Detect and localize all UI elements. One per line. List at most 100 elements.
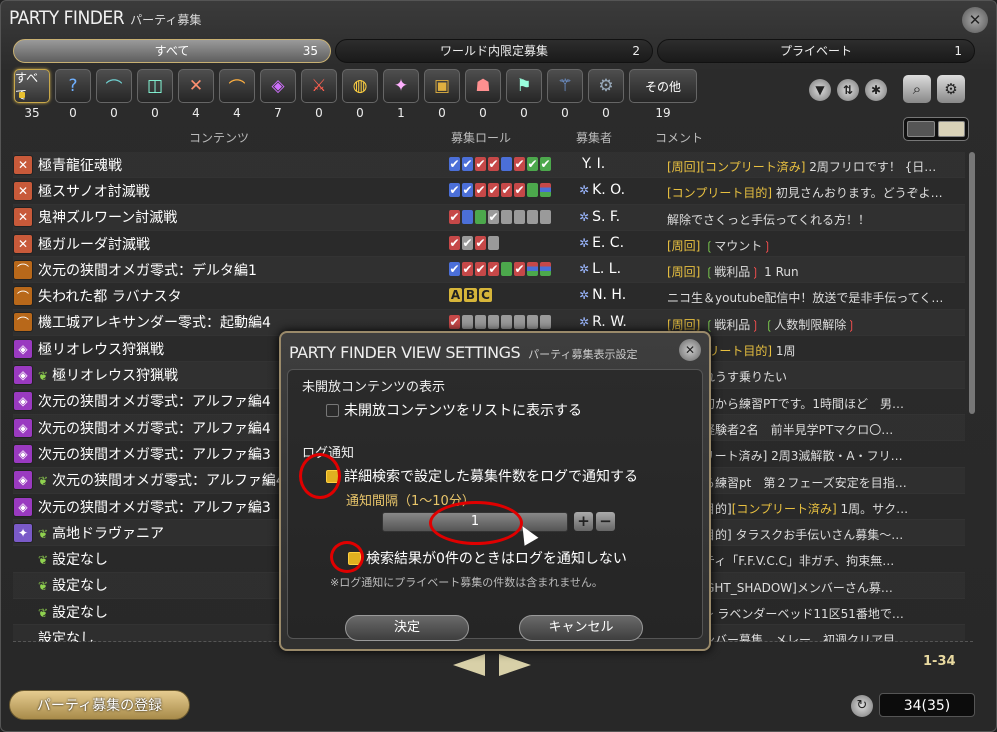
savage-icon[interactable]: ◈ — [260, 69, 296, 103]
category-treasure-chest-icon[interactable]: ▣ 0 — [423, 69, 461, 123]
filter-tools: ▼ ⇅ ✱ — [809, 79, 887, 101]
cancel-button[interactable]: キャンセル — [519, 615, 643, 641]
trial-icon[interactable]: ✕ — [178, 69, 214, 103]
table-row[interactable]: ✕ 極青龍征魂戦 ✔ ✔ ✔ ✔ ✔ ✔ ✔ Y. I. [周回][コンプリート済み] 2周フリロで… — [13, 152, 965, 179]
recruiter: ✲ E. C. — [579, 235, 624, 251]
category-question-icon[interactable]: ? 0 — [54, 69, 92, 123]
table-row[interactable]: ✕ 鬼神ズルワーン討滅戦 ✔ ✔ ✲ S. F. 解除でさくっと手伝ってくれる方！！ — [13, 205, 965, 231]
settings-gear-icon[interactable]: ✱ — [865, 79, 887, 101]
column-header-roles[interactable]: 募集ロール — [451, 129, 511, 146]
arch-icon[interactable]: ⌒ — [96, 69, 132, 103]
column-header-recruiter[interactable]: 募集者 — [576, 129, 612, 146]
ok-button[interactable]: 決定 — [345, 615, 469, 641]
role-slot-d: ✔ — [488, 183, 499, 198]
category-count: 0 — [151, 106, 159, 120]
raid-arch-icon[interactable]: ⌒ — [219, 69, 255, 103]
role-slot-d: ✔ — [514, 157, 525, 171]
listing-content-label: 設定なし — [52, 604, 109, 621]
category-balloon-icon[interactable]: ◍ 0 — [341, 69, 379, 123]
category-gold-saucer-icon[interactable]: ⚑ 0 — [505, 69, 543, 123]
trial-icon: ✕ — [13, 233, 33, 254]
close-icon[interactable]: ✕ — [962, 7, 988, 33]
raid-arch-icon: ⌒ — [13, 259, 33, 280]
star-orb-icon[interactable]: ✦ — [383, 69, 419, 103]
category-count: 7 — [274, 106, 282, 120]
window-title-jp: パーティ募集 — [130, 13, 202, 27]
world-flower-icon: ✲ — [579, 314, 590, 329]
category-other-icon[interactable]: その他 19 — [628, 69, 698, 123]
register-party-button[interactable]: パーティ募集の登録 — [9, 690, 190, 720]
interval-minus-button[interactable]: − — [596, 512, 615, 531]
category-scroll-icon[interactable]: ◫ 0 — [136, 69, 174, 123]
show-unreleased-box[interactable] — [326, 403, 339, 417]
category-count: 0 — [438, 106, 446, 120]
role-slots: ✔ ✔ ✔ ✔ ✔ ✔ — [449, 183, 551, 198]
scroll-icon[interactable]: ◫ — [137, 69, 173, 103]
category-trial-icon[interactable]: ✕ 4 — [177, 69, 215, 123]
beginner-sprout-icon: ❦ — [38, 605, 49, 620]
category-all-icon[interactable]: すべて 35 — [13, 69, 51, 123]
role-slot-e — [514, 209, 525, 224]
search-detail-icon[interactable]: ⌕ — [903, 75, 931, 103]
category-crossed-swords-icon[interactable]: ⚔ 0 — [300, 69, 338, 123]
role-slot-e — [475, 314, 486, 329]
tab-2[interactable]: プライベート 1 — [657, 39, 975, 63]
no-notify-zero-checkbox[interactable]: 検索結果が0件のときはログを通知しない — [348, 548, 627, 568]
show-unreleased-label: 未開放コンテンツをリストに表示する — [344, 403, 582, 419]
log-notify-checkbox[interactable]: 詳細検索で設定した募集件数をログで通知する — [326, 466, 638, 486]
refresh-icon[interactable]: ↻ — [851, 695, 873, 717]
filter-icon[interactable]: ▼ — [809, 79, 831, 101]
interval-plus-button[interactable]: + — [574, 512, 593, 531]
category-gear-wheel-icon[interactable]: ⚙ 0 — [587, 69, 625, 123]
category-fate-icon[interactable]: ⚚ 0 — [546, 69, 584, 123]
list-scrollbar[interactable] — [969, 152, 975, 414]
mask-icon[interactable]: ☗ — [465, 69, 501, 103]
view-mode-toggle[interactable] — [903, 117, 969, 141]
sort-icon[interactable]: ⇅ — [837, 79, 859, 101]
category-count: 0 — [479, 106, 487, 120]
all-icon[interactable]: すべて — [14, 69, 50, 103]
table-row[interactable]: ✕ 極ガルーダ討滅戦 ✔ ✔ ✔ ✲ E. C. [周回] ❲マウント❳ — [13, 231, 965, 258]
column-header-comment[interactable]: コメント — [655, 129, 703, 146]
dialog-close-icon[interactable]: ✕ — [679, 339, 701, 361]
next-page-icon[interactable] — [499, 654, 531, 676]
listing-comment: ニコ生＆youtube配信中！放送で是非手伝ってく… — [667, 291, 944, 306]
listing-comment: [周回] ❲マウント❳ — [667, 238, 773, 253]
role-slot-d: ✔ — [475, 183, 486, 198]
crossed-swords-icon[interactable]: ⚔ — [301, 69, 337, 103]
category-arch-icon[interactable]: ⌒ 0 — [95, 69, 133, 123]
question-icon[interactable]: ? — [55, 69, 91, 103]
view-settings-icon[interactable]: ⚙ — [937, 75, 965, 103]
balloon-icon[interactable]: ◍ — [342, 69, 378, 103]
column-header-content[interactable]: コンテンツ — [189, 129, 249, 146]
category-mask-icon[interactable]: ☗ 0 — [464, 69, 502, 123]
view-list-icon[interactable] — [907, 121, 935, 137]
table-row[interactable]: ✕ 極スサノオ討滅戦 ✔ ✔ ✔ ✔ ✔ ✔ ✲ K. O. [コンプリート目的] 初見さんおります… — [13, 178, 965, 205]
category-count: 35 — [24, 106, 40, 120]
view-detail-icon[interactable] — [937, 121, 965, 137]
role-slot-d: ✔ — [488, 262, 499, 277]
tab-label: すべて — [154, 44, 190, 58]
recruiter: Y. I. — [579, 156, 605, 172]
category-savage-icon[interactable]: ◈ 7 — [259, 69, 297, 123]
tab-1[interactable]: ワールド内限定募集 2 — [335, 39, 653, 63]
category-star-orb-icon[interactable]: ✦ 1 — [382, 69, 420, 123]
listing-content-name: 失われた都 ラバナスタ — [38, 286, 468, 306]
listing-content-name: 極ガルーダ討滅戦 — [38, 234, 468, 254]
savage-icon: ◈ — [13, 443, 33, 464]
gear-wheel-icon[interactable]: ⚙ — [588, 69, 624, 103]
table-row[interactable]: ⌒ 失われた都 ラバナスタ A B C ✲ N. H. ニコ生＆youtube配信中！放送で是… — [13, 283, 965, 310]
other-icon[interactable]: その他 — [629, 69, 697, 103]
fate-icon[interactable]: ⚚ — [547, 69, 583, 103]
prev-page-icon[interactable] — [453, 654, 485, 676]
role-slot-h — [527, 183, 538, 198]
gold-saucer-icon[interactable]: ⚑ — [506, 69, 542, 103]
table-row[interactable]: ⌒ 次元の狭間オメガ零式：デルタ編1 ✔ ✔ ✔ ✔ ✔ ✲ L. L. [周回] ❲戦利品❳ 1… — [13, 257, 965, 284]
tab-0[interactable]: すべて 35 — [13, 39, 331, 63]
show-unreleased-checkbox[interactable]: 未開放コンテンツをリストに表示する — [326, 400, 582, 420]
category-raid-arch-icon[interactable]: ⌒ 4 — [218, 69, 256, 123]
role-slot-d: ✔ — [462, 262, 473, 277]
treasure-chest-icon[interactable]: ▣ — [424, 69, 460, 103]
trial-icon: ✕ — [13, 207, 33, 228]
savage-icon: ◈ — [13, 496, 33, 517]
